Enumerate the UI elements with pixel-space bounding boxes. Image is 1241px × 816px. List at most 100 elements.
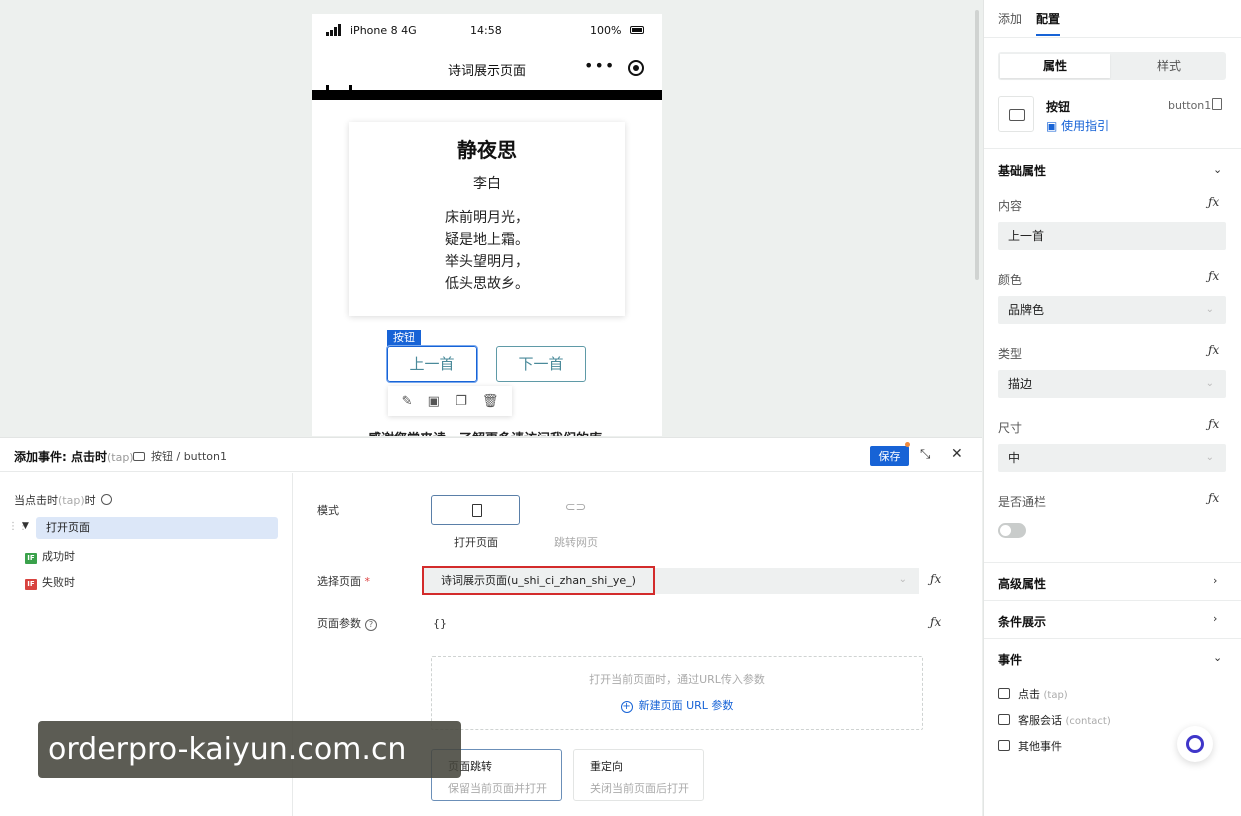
nav-push-desc: 保留当前页面并打开 bbox=[448, 782, 547, 795]
prev-poem-button[interactable]: 上一首 bbox=[386, 345, 478, 383]
tab-config[interactable]: 配置 bbox=[1036, 10, 1061, 36]
chevron-down-icon: ⌄ bbox=[1205, 452, 1214, 463]
usage-guide-link[interactable]: ▣ 使用指引 bbox=[1046, 117, 1109, 134]
type-select[interactable]: 描边 ⌄ bbox=[998, 370, 1226, 398]
event-target-text: 按钮 / button1 bbox=[151, 450, 227, 463]
fail-branch[interactable]: IF 失败时 bbox=[25, 574, 75, 590]
event-other[interactable]: 其他事件 bbox=[998, 738, 1062, 754]
partial-text: 感谢您常来读，了解更多请访问我们的库 bbox=[368, 428, 602, 436]
component-toolbar: ✎ ▣ ❐ 🗑 bbox=[388, 386, 512, 416]
content-input[interactable]: 上一首 bbox=[998, 222, 1226, 250]
events-title[interactable]: 事件 bbox=[998, 651, 1022, 668]
assistant-bot-icon[interactable] bbox=[1177, 726, 1213, 762]
full-width-toggle[interactable] bbox=[998, 523, 1026, 538]
button-component-icon bbox=[998, 96, 1034, 132]
copy-id-icon[interactable] bbox=[1212, 98, 1222, 110]
canvas-scrollbar[interactable] bbox=[975, 10, 979, 280]
event-tap[interactable]: 点击 (tap) bbox=[998, 686, 1068, 702]
black-bar bbox=[312, 85, 662, 100]
chevron-down-icon[interactable]: ⌄ bbox=[1213, 163, 1222, 176]
tab-properties[interactable]: 属性 bbox=[1000, 54, 1110, 78]
calendar-icon bbox=[998, 714, 1010, 725]
chevron-down-icon: ⌄ bbox=[898, 574, 907, 585]
tab-styles[interactable]: 样式 bbox=[1114, 54, 1224, 78]
event-title-sub: (tap) bbox=[106, 451, 134, 464]
page-params-value[interactable]: {} bbox=[433, 617, 447, 630]
selected-component-badge: 按钮 bbox=[387, 330, 421, 346]
trigger-node[interactable]: 当点击时(tap)时 bbox=[14, 492, 112, 508]
save-icon[interactable]: ▣ bbox=[428, 394, 440, 409]
mode-label: 模式 bbox=[317, 504, 339, 517]
mode-open-page-card[interactable] bbox=[431, 495, 520, 525]
phone-preview: iPhone 8 4G 14:58 100% 诗词展示页面 ••• 静夜思 李白… bbox=[312, 14, 662, 436]
fx-icon[interactable]: ƒx bbox=[1208, 195, 1219, 209]
calendar-icon bbox=[998, 740, 1010, 751]
add-url-param-button[interactable]: + 新建页面 URL 参数 bbox=[432, 697, 922, 713]
event-sub: (tap) bbox=[1043, 690, 1068, 701]
fx-icon[interactable]: ƒx bbox=[930, 572, 941, 586]
poem-title: 静夜思 bbox=[457, 138, 517, 162]
caret-down-icon[interactable]: ▼ bbox=[22, 521, 29, 531]
fx-icon[interactable]: ƒx bbox=[1208, 269, 1219, 283]
required-mark: * bbox=[364, 575, 371, 588]
battery-percent: 100% bbox=[590, 24, 622, 37]
size-label: 尺寸 bbox=[998, 421, 1023, 435]
conditional-display-title[interactable]: 条件展示 bbox=[998, 613, 1046, 630]
fx-icon[interactable]: ƒx bbox=[1208, 417, 1219, 431]
nav-redirect-card[interactable]: 重定向 关闭当前页面后打开 bbox=[573, 749, 704, 801]
basic-props-title[interactable]: 基础属性 bbox=[998, 162, 1046, 179]
next-poem-button[interactable]: 下一首 bbox=[496, 346, 586, 382]
unsaved-dot bbox=[905, 442, 910, 447]
fx-icon[interactable]: ƒx bbox=[1208, 343, 1219, 357]
event-label: 其他事件 bbox=[1018, 740, 1062, 753]
carrier-label: iPhone 8 4G bbox=[350, 24, 417, 37]
link-icon: ⊂⊃ bbox=[564, 500, 587, 515]
add-url-param-label: 新建页面 URL 参数 bbox=[638, 699, 734, 712]
copy-icon[interactable]: ❐ bbox=[455, 394, 467, 409]
size-value: 中 bbox=[1008, 451, 1021, 465]
content-label: 内容 bbox=[998, 199, 1023, 213]
nav-push-title: 页面跳转 bbox=[448, 760, 492, 773]
color-select[interactable]: 品牌色 ⌄ bbox=[998, 296, 1226, 324]
success-branch[interactable]: IF 成功时 bbox=[25, 548, 75, 564]
chevron-right-icon[interactable]: › bbox=[1213, 612, 1217, 625]
chevron-right-icon[interactable]: › bbox=[1213, 574, 1217, 587]
mode-web-card[interactable]: ⊂⊃ bbox=[531, 495, 620, 525]
watermark: orderpro-kaiyun.com.cn bbox=[38, 721, 461, 778]
page-params-label: 页面参数? bbox=[317, 615, 377, 631]
poem-line: 低头思故乡。 bbox=[445, 276, 529, 292]
save-button[interactable]: 保存 bbox=[870, 446, 909, 466]
event-target: 按钮 / button1 bbox=[133, 448, 227, 464]
color-label: 颜色 bbox=[998, 273, 1023, 287]
event-contact[interactable]: 客服会话 (contact) bbox=[998, 712, 1111, 728]
clock: 14:58 bbox=[470, 24, 502, 37]
tab-add[interactable]: 添加 bbox=[998, 10, 1022, 36]
edit-icon[interactable]: ✎ bbox=[402, 394, 413, 409]
more-icon[interactable]: ••• bbox=[584, 56, 615, 75]
page-params-text: 页面参数 bbox=[317, 617, 361, 630]
expand-icon[interactable]: ⤡ bbox=[920, 447, 930, 462]
help-icon[interactable]: ? bbox=[365, 619, 377, 631]
full-width-label: 是否通栏 bbox=[998, 495, 1047, 509]
page-select-value[interactable]: 诗词展示页面(u_shi_ci_zhan_shi_ye_) bbox=[422, 566, 655, 595]
mode-web-label: 跳转网页 bbox=[554, 536, 598, 549]
fx-icon[interactable]: ƒx bbox=[930, 615, 941, 629]
trigger-sub: (tap) bbox=[58, 494, 85, 507]
size-select[interactable]: 中 ⌄ bbox=[998, 444, 1226, 472]
event-panel-header: 添加事件: 点击时(tap) 按钮 / button1 保存 ⤡ ✕ bbox=[0, 438, 982, 472]
color-value: 品牌色 bbox=[1008, 303, 1045, 317]
advanced-props-title[interactable]: 高级属性 bbox=[998, 575, 1046, 592]
gear-icon[interactable] bbox=[100, 494, 112, 505]
phone-nav-bar: 诗词展示页面 ••• bbox=[312, 48, 662, 90]
delete-icon[interactable]: 🗑 bbox=[482, 394, 499, 409]
fx-icon[interactable]: ƒx bbox=[1208, 491, 1219, 505]
chevron-down-icon[interactable]: ⌄ bbox=[1213, 651, 1222, 664]
type-value: 描边 bbox=[1008, 377, 1033, 391]
event-title-text: 添加事件: 点击时 bbox=[14, 450, 107, 464]
action-open-page[interactable]: 打开页面 bbox=[36, 517, 278, 539]
capsule-target-icon[interactable] bbox=[628, 60, 644, 76]
close-icon[interactable]: ✕ bbox=[951, 446, 963, 462]
usage-guide-label: 使用指引 bbox=[1061, 119, 1110, 133]
component-name: 按钮 bbox=[1046, 100, 1071, 114]
event-panel-title: 添加事件: 点击时(tap) bbox=[14, 448, 134, 465]
